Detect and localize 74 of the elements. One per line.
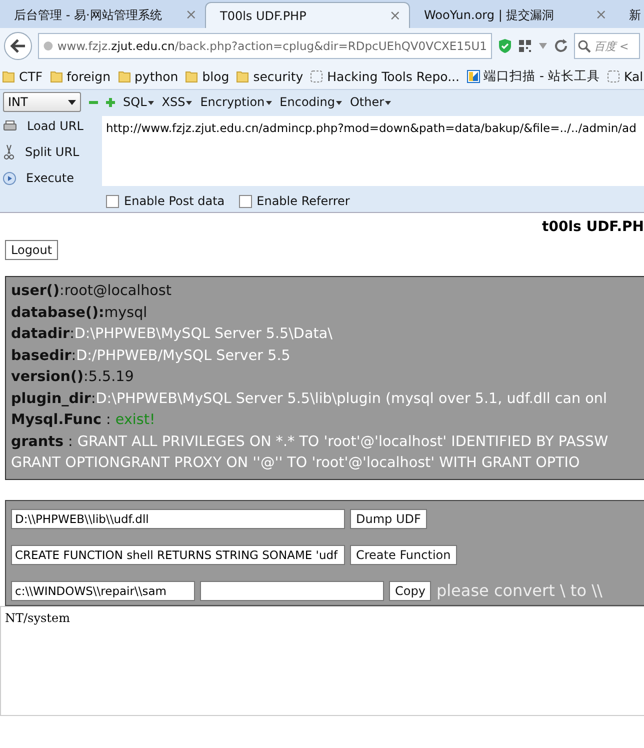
info-line: datadir:D:\PHPWEB\MySQL Server 5.5\Data\: [11, 325, 334, 344]
create-function-button[interactable]: Create Function: [350, 544, 457, 564]
caret-icon: [385, 100, 392, 105]
info-line: grants : GRANT ALL PRIVILEGES ON *.* TO 'root'@'localhost' IDENTIFIED BY PASSW: [11, 432, 610, 452]
menu-item[interactable]: Encoding: [280, 95, 342, 109]
close-icon[interactable]: ×: [389, 8, 401, 24]
search-field[interactable]: 百度 <: [574, 33, 640, 59]
checkbox[interactable]: [238, 194, 252, 208]
page-title: t00ls UDF.PH: [541, 219, 644, 235]
browser-tab[interactable]: 新: [615, 2, 644, 28]
output-area: NT/system: [0, 606, 644, 716]
folder-icon: [50, 70, 63, 83]
info-line: plugin_dir:D:\PHPWEB\MySQL Server 5.5\lib\plugin (mysql over 5.1, udf.dll can onl: [11, 390, 608, 408]
copy-button[interactable]: Copy: [389, 580, 432, 600]
qr-code-icon[interactable]: [518, 39, 532, 53]
bookmark-item[interactable]: blog: [185, 69, 230, 84]
caret-icon: [148, 100, 154, 105]
bookmark-item[interactable]: foreign: [50, 69, 110, 84]
menu-item[interactable]: Encryption: [200, 95, 272, 109]
info-line: database():mysql: [11, 304, 148, 322]
url-field[interactable]: http://www.fzjz.zjut.edu.cn/admincp.php?mod=down&path=data/bakup/&file=../../admin/ad: [102, 116, 644, 186]
hackbar-action[interactable]: Split URL: [0, 142, 102, 162]
path-field[interactable]: D:\\PHPWEB\\lib\\udf.dll: [11, 508, 345, 528]
option-checkbox[interactable]: Enable Referrer: [238, 194, 350, 208]
type-select[interactable]: INT: [3, 92, 81, 112]
menu-item[interactable]: Other: [350, 95, 392, 109]
info-line: basedir:D:/PHPWEB/MySQL Server 5.5: [11, 346, 292, 366]
shield-icon[interactable]: [498, 38, 512, 54]
scissors-icon: [3, 144, 15, 160]
site-logo-icon: [466, 70, 480, 83]
browser-tab[interactable]: T00ls UDF.PHP ×: [205, 2, 410, 28]
bookmark-item[interactable]: CTF: [2, 69, 43, 84]
blank-page-icon: [310, 70, 324, 83]
dump-udf-button[interactable]: Dump UDF: [350, 508, 427, 528]
folder-icon: [118, 70, 130, 83]
address-bar[interactable]: www.fzjz.zjut.edu.cn/back.php?action=cplug&dir=RDpcUEhQV0VCXE15U1: [38, 33, 492, 59]
back-arrow-icon: [10, 39, 26, 53]
target-field[interactable]: [200, 580, 384, 600]
menu-item[interactable]: SQL: [123, 95, 154, 109]
folder-icon: [236, 70, 250, 83]
browser-tab[interactable]: 后台管理 - 易·网站管理系统 ×: [0, 2, 205, 28]
caret-icon: [186, 100, 192, 105]
option-checkbox[interactable]: Enable Post data: [106, 194, 225, 208]
browser-tab[interactable]: WooYun.org | 提交漏洞 ×: [410, 2, 615, 28]
bookmark-item[interactable]: security: [236, 69, 304, 84]
printer-icon: [3, 120, 17, 132]
back-button[interactable]: [4, 32, 32, 60]
hint-text: please convert \ to \\: [436, 581, 602, 600]
bookmark-item[interactable]: python: [118, 69, 178, 84]
folder-icon: [185, 70, 198, 83]
menu-item[interactable]: XSS: [162, 95, 192, 109]
checkbox[interactable]: [106, 194, 119, 208]
source-field[interactable]: c:\\WINDOWS\\repair\\sam: [11, 580, 195, 600]
dropdown-icon[interactable]: [538, 42, 548, 50]
bookmark-item[interactable]: Hacking Tools Repo...: [310, 69, 460, 84]
sql-field[interactable]: CREATE FUNCTION shell RETURNS STRING SONAME 'udf: [11, 544, 345, 564]
folder-icon: [2, 70, 15, 83]
bookmark-item[interactable]: Kal: [606, 69, 644, 84]
search-icon: [578, 40, 591, 52]
plus-icon[interactable]: [106, 98, 115, 106]
info-line: Mysql.Func : exist!: [11, 411, 156, 430]
play-icon: [3, 172, 16, 184]
info-line: version():5.5.19: [11, 368, 135, 387]
hackbar-action[interactable]: Execute: [0, 168, 102, 188]
caret-icon: [266, 100, 272, 105]
info-line: user():root@localhost: [11, 282, 172, 301]
blank-page-icon: [606, 70, 620, 83]
hackbar-action[interactable]: Load URL: [0, 116, 102, 136]
caret-icon: [68, 100, 76, 104]
bookmark-item[interactable]: 端口扫描 - 站长工具: [466, 68, 600, 85]
caret-icon: [336, 100, 342, 105]
reload-icon[interactable]: [554, 39, 568, 53]
info-line: GRANT OPTIONGRANT PROXY ON ''@'' TO 'root'@'localhost' WITH GRANT OPTIO: [11, 454, 581, 473]
logout-button[interactable]: Logout: [5, 240, 58, 260]
